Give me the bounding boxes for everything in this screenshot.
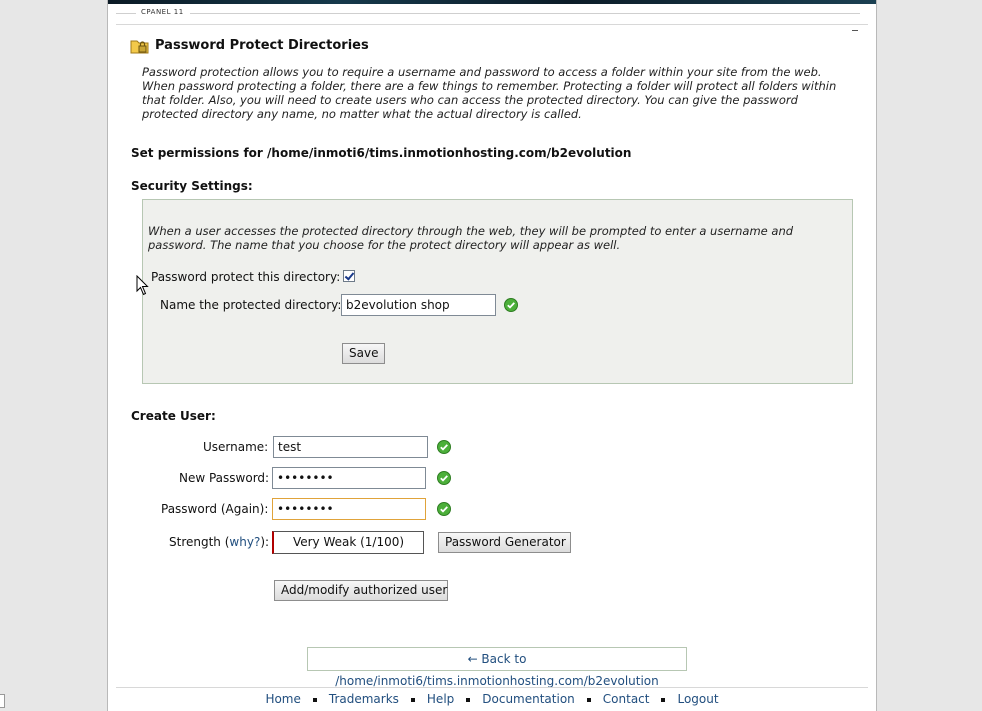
- security-message: When a user accesses the protected direc…: [148, 224, 794, 252]
- check-ok-icon: [437, 471, 451, 485]
- directory-name-label: Name the protected directory:: [160, 298, 342, 312]
- folder-lock-icon: [130, 40, 149, 54]
- footer-link-logout[interactable]: Logout: [677, 688, 718, 710]
- footer-nav: Home Trademarks Help Documentation Contact Lo…: [116, 687, 868, 711]
- footer-link-help[interactable]: Help: [427, 688, 454, 710]
- strength-label: Strength: [169, 535, 221, 549]
- create-user-heading: Create User:: [131, 409, 216, 423]
- footer-link-documentation[interactable]: Documentation: [482, 688, 575, 710]
- check-ok-icon: [437, 440, 451, 454]
- brand-rule-left: [116, 13, 136, 14]
- save-button[interactable]: Save: [342, 343, 385, 364]
- username-label: Username:: [203, 440, 269, 454]
- cpanel-page: CPANEL 11 Password Protect Directories P…: [107, 0, 877, 711]
- permissions-label: Set permissions for /home/inmoti6/tims.i…: [131, 146, 632, 160]
- directory-name-input[interactable]: b2evolution shop: [341, 294, 496, 316]
- password-again-label: Password (Again):: [161, 502, 269, 516]
- check-ok-icon: [504, 298, 518, 312]
- brand-label: CPANEL 11: [141, 8, 184, 16]
- footer-link-home[interactable]: Home: [265, 688, 300, 710]
- security-settings-heading: Security Settings:: [131, 179, 253, 193]
- new-password-input[interactable]: ••••••••: [272, 467, 426, 489]
- check-ok-icon: [437, 502, 451, 516]
- window-corner: [0, 694, 5, 708]
- strength-label-group: Strength (why?):: [169, 535, 270, 549]
- footer-separator: [466, 697, 471, 702]
- password-again-input[interactable]: ••••••••: [272, 498, 426, 520]
- footer-separator: [661, 697, 666, 702]
- back-link[interactable]: ← Back to /home/inmoti6/tims.inmotionhos…: [307, 647, 687, 688]
- strength-meter: Very Weak (1/100): [272, 531, 424, 554]
- footer-separator: [312, 697, 317, 702]
- footer-link-trademarks[interactable]: Trademarks: [329, 688, 399, 710]
- page-title: Password Protect Directories: [155, 38, 369, 53]
- footer-link-contact[interactable]: Contact: [603, 688, 650, 710]
- add-user-button[interactable]: Add/modify authorized user: [274, 580, 448, 601]
- mouse-cursor-icon: [136, 275, 149, 296]
- brand-rule-right: [190, 13, 860, 14]
- why-link[interactable]: why?: [229, 535, 260, 549]
- protect-directory-checkbox[interactable]: [343, 270, 355, 282]
- new-password-label: New Password:: [179, 471, 270, 485]
- security-settings-box: When a user accesses the protected direc…: [142, 199, 853, 384]
- minimize-icon[interactable]: [852, 30, 858, 31]
- footer-separator: [586, 697, 591, 702]
- username-input[interactable]: test: [273, 436, 428, 458]
- intro-text: Password protection allows you to requir…: [142, 65, 837, 121]
- protect-directory-label: Password protect this directory:: [151, 270, 341, 284]
- footer-separator: [410, 697, 415, 702]
- brand-bar: CPANEL 11: [116, 4, 868, 25]
- password-generator-button[interactable]: Password Generator: [438, 532, 571, 553]
